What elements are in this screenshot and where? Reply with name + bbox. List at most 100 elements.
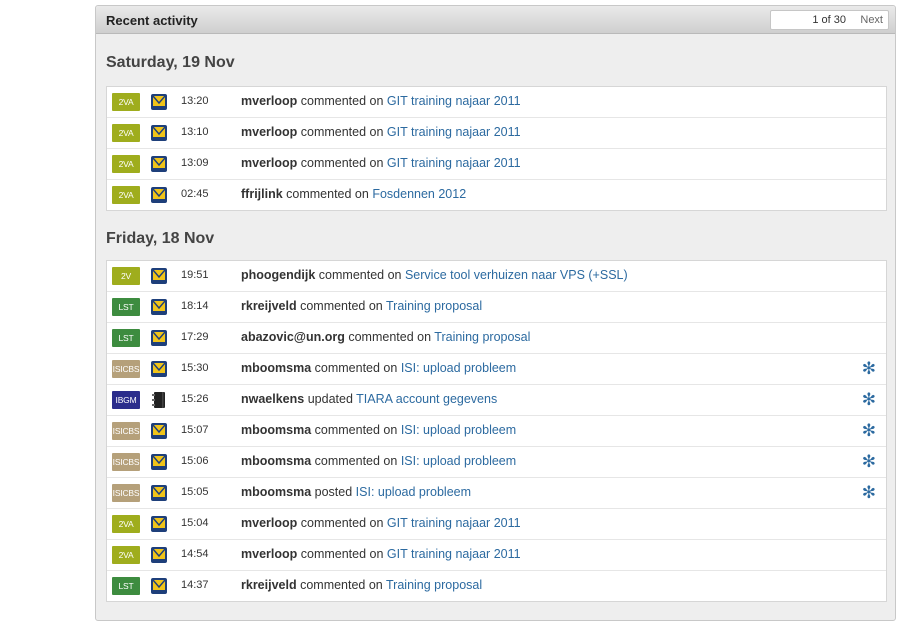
activity-user: nwaelkens: [241, 392, 305, 406]
activity-description: mverloop commented on GIT training najaa…: [241, 547, 521, 561]
asterisk-icon[interactable]: ✻: [862, 421, 876, 441]
activity-row: ISICBS 15:30 mboomsma commented on ISI: up…: [107, 353, 886, 384]
project-badge[interactable]: LST: [112, 298, 140, 316]
project-badge[interactable]: 2VA: [112, 515, 140, 533]
activity-action: commented on: [348, 330, 432, 344]
activity-time: 15:04: [181, 517, 209, 529]
activity-description: rkreijveld commented on Training proposa…: [241, 578, 482, 592]
activity-time: 14:54: [181, 548, 209, 560]
document-icon: [150, 546, 168, 564]
activity-user: phoogendijk: [241, 268, 316, 282]
activity-row: 2VA 13:09 mverloop commented on GIT traini…: [107, 148, 886, 179]
project-badge[interactable]: LST: [112, 329, 140, 347]
activity-description: mboomsma posted ISI: upload probleem: [241, 485, 471, 499]
activity-user: ffrijlink: [241, 187, 283, 201]
project-badge[interactable]: 2V: [112, 267, 140, 285]
activity-target-link[interactable]: Training proposal: [386, 299, 482, 313]
activity-action: commented on: [314, 361, 398, 375]
activity-target-link[interactable]: Training proposal: [386, 578, 482, 592]
panel-header: Recent activity 1 of 30 Next: [96, 6, 895, 34]
project-badge[interactable]: ISICBS: [112, 422, 140, 440]
activity-user: mboomsma: [241, 485, 312, 499]
activity-action: posted: [314, 485, 353, 499]
project-badge[interactable]: 2VA: [112, 124, 140, 142]
activity-target-link[interactable]: GIT training najaar 2011: [387, 125, 521, 139]
activity-action: updated: [307, 392, 353, 406]
activity-user: mboomsma: [241, 454, 312, 468]
activity-action: commented on: [314, 423, 398, 437]
activity-description: phoogendijk commented on Service tool ve…: [241, 268, 628, 282]
project-badge[interactable]: ISICBS: [112, 484, 140, 502]
activity-user: mverloop: [241, 516, 298, 530]
activity-target-link[interactable]: GIT training najaar 2011: [387, 156, 521, 170]
activity-user: mverloop: [241, 156, 298, 170]
activity-time: 14:37: [181, 579, 209, 591]
document-icon: [150, 124, 168, 142]
document-icon: [150, 422, 168, 440]
activity-time: 15:26: [181, 393, 209, 405]
activity-row: 2VA 15:04 mverloop commented on GIT traini…: [107, 508, 886, 539]
activity-action: commented on: [300, 578, 383, 592]
document-icon: [150, 155, 168, 173]
project-badge[interactable]: 2VA: [112, 93, 140, 111]
project-badge[interactable]: IBGM: [112, 391, 140, 409]
activity-time: 19:51: [181, 269, 209, 281]
activity-target-link[interactable]: GIT training najaar 2011: [387, 516, 521, 530]
project-badge[interactable]: ISICBS: [112, 453, 140, 471]
asterisk-icon[interactable]: ✻: [862, 483, 876, 503]
activity-row: LST 18:14 rkreijveld commented on Training…: [107, 291, 886, 322]
activity-action: commented on: [300, 125, 384, 139]
activity-target-link[interactable]: ISI: upload probleem: [356, 485, 471, 499]
activity-target-link[interactable]: ISI: upload probleem: [401, 454, 516, 468]
project-badge[interactable]: 2VA: [112, 155, 140, 173]
activity-user: abazovic@un.org: [241, 330, 345, 344]
activity-time: 15:05: [181, 486, 209, 498]
activity-target-link[interactable]: Service tool verhuizen naar VPS (+SSL): [405, 268, 628, 282]
activity-target-link[interactable]: TIARA account gegevens: [356, 392, 497, 406]
activity-description: mverloop commented on GIT training najaa…: [241, 516, 521, 530]
activity-action: commented on: [286, 187, 369, 201]
asterisk-icon[interactable]: ✻: [862, 390, 876, 410]
activity-row: LST 17:29 abazovic@un.org commented on Tra…: [107, 322, 886, 353]
activity-row: 2V 19:51 phoogendijk commented on Service …: [107, 261, 886, 291]
document-icon: [150, 267, 168, 285]
document-icon: [150, 360, 168, 378]
activity-user: mverloop: [241, 547, 298, 561]
activity-time: 17:29: [181, 331, 209, 343]
activity-target-link[interactable]: ISI: upload probleem: [401, 423, 516, 437]
pager: 1 of 30 Next: [770, 10, 889, 30]
next-page-button[interactable]: Next: [860, 14, 883, 26]
activity-description: nwaelkens updated TIARA account gegevens: [241, 392, 497, 406]
project-badge[interactable]: 2VA: [112, 186, 140, 204]
asterisk-icon[interactable]: ✻: [862, 452, 876, 472]
activity-user: mverloop: [241, 94, 298, 108]
document-icon: [150, 186, 168, 204]
activity-target-link[interactable]: Training proposal: [434, 330, 530, 344]
day-heading-saturday: Saturday, 19 Nov: [106, 54, 235, 71]
activity-target-link[interactable]: ISI: upload probleem: [401, 361, 516, 375]
document-icon: [150, 453, 168, 471]
activity-time: 15:06: [181, 455, 209, 467]
activity-time: 13:20: [181, 95, 209, 107]
activity-description: mverloop commented on GIT training najaa…: [241, 156, 521, 170]
activity-row: LST 14:37 rkreijveld commented on Training…: [107, 570, 886, 601]
activity-row: IBGM 15:26 nwaelkens updated TIARA account…: [107, 384, 886, 415]
activity-description: mboomsma commented on ISI: upload proble…: [241, 454, 516, 468]
activity-target-link[interactable]: GIT training najaar 2011: [387, 547, 521, 561]
activity-target-link[interactable]: GIT training najaar 2011: [387, 94, 521, 108]
activity-description: ffrijlink commented on Fosdennen 2012: [241, 187, 466, 201]
activity-target-link[interactable]: Fosdennen 2012: [372, 187, 466, 201]
activity-user: mboomsma: [241, 423, 312, 437]
activity-action: commented on: [300, 94, 384, 108]
activity-time: 15:07: [181, 424, 209, 436]
document-icon: [150, 93, 168, 111]
pager-count: 1 of 30: [812, 14, 846, 26]
project-badge[interactable]: LST: [112, 577, 140, 595]
asterisk-icon[interactable]: ✻: [862, 359, 876, 379]
project-badge[interactable]: ISICBS: [112, 360, 140, 378]
document-icon: [150, 298, 168, 316]
document-icon: [150, 484, 168, 502]
project-badge[interactable]: 2VA: [112, 546, 140, 564]
activity-action: commented on: [300, 299, 383, 313]
activity-row: ISICBS 15:07 mboomsma commented on ISI: up…: [107, 415, 886, 446]
